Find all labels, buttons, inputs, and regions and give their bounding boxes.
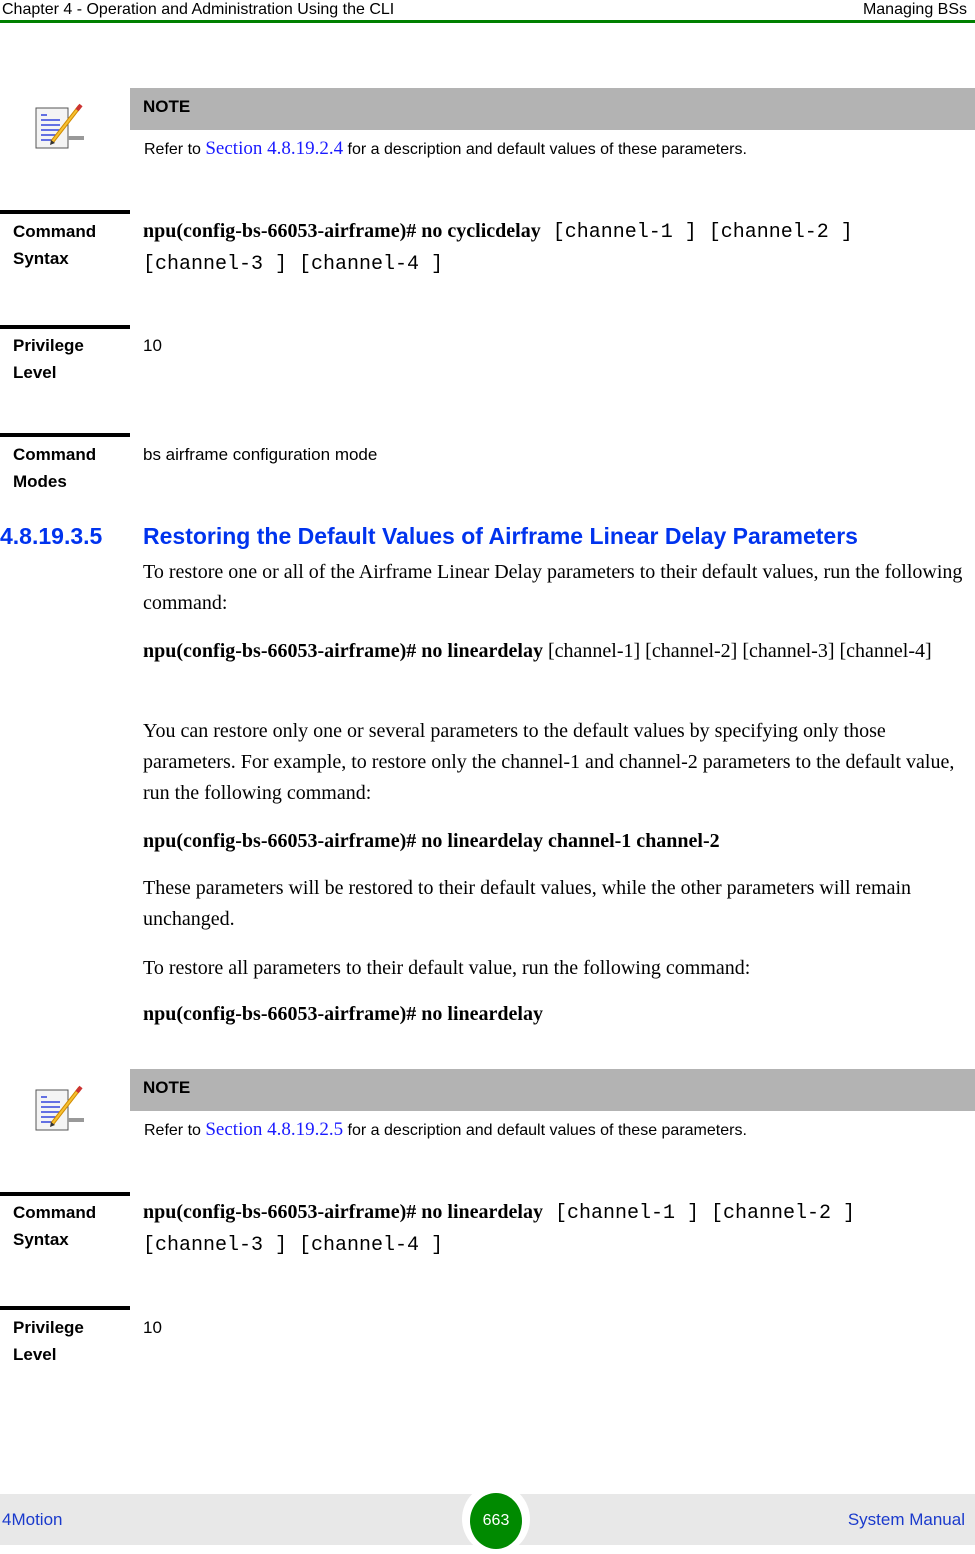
note-text: Refer to Section 4.8.19.2.5 for a descri… (144, 1120, 747, 1141)
footer-product: 4Motion (2, 1510, 63, 1529)
label-line: Command (13, 1203, 97, 1222)
note-text-after: for a description and default values of … (343, 141, 747, 158)
section-heading: 4.8.19.3.5 Restoring the Default Values o… (0, 521, 858, 551)
paragraph-result: These parameters will be restored to the… (143, 877, 912, 930)
label-line: Privilege (13, 1318, 84, 1337)
field-divider (0, 1306, 130, 1310)
privilege-level-value: 10 (143, 336, 162, 355)
label-line: Syntax (13, 1230, 69, 1249)
field-label-privilege-level: Privilege Level (13, 332, 128, 386)
field-label-command-syntax: Command Syntax (13, 1199, 128, 1253)
footer-manual-title: System Manual (847, 1510, 965, 1529)
paragraph-all-intro: To restore all parameters to their defau… (143, 957, 751, 979)
command-syntax-value: npu(config-bs-66053-airframe)# no cyclic… (143, 216, 968, 280)
note-text: Refer to Section 4.8.19.2.4 for a descri… (144, 139, 747, 160)
paragraph-intro: To restore one or all of the Airframe Li… (143, 561, 963, 614)
note-text-before: Refer to (144, 141, 206, 158)
command-example-all-channels: npu(config-bs-66053-airframe)# no linear… (143, 636, 973, 667)
label-line: Command (13, 445, 97, 464)
field-divider (0, 210, 130, 214)
command-example-no-args: npu(config-bs-66053-airframe)# no linear… (143, 999, 973, 1030)
command-text: npu(config-bs-66053-airframe)# no linear… (143, 640, 543, 662)
field-label-privilege-level: Privilege Level (13, 1314, 128, 1368)
field-label-command-syntax: Command Syntax (13, 218, 128, 272)
note-pencil-icon (34, 1082, 86, 1134)
note-pencil-icon (34, 100, 86, 152)
label-line: Command (13, 222, 97, 241)
page-number-badge: 663 (470, 1493, 522, 1549)
header-chapter-title: Chapter 4 - Operation and Administration… (2, 1, 395, 18)
field-label-command-modes: Command Modes (13, 441, 128, 495)
section-number: 4.8.19.3.5 (0, 523, 103, 549)
note-title: NOTE (143, 97, 191, 116)
command-syntax-value: npu(config-bs-66053-airframe)# no linear… (143, 1197, 968, 1261)
note-header-bar (130, 88, 975, 130)
section-link[interactable]: Section 4.8.19.2.4 (205, 138, 343, 159)
label-line: Modes (13, 472, 67, 491)
header-divider (0, 20, 975, 23)
command-text: npu(config-bs-66053-airframe)# no linear… (143, 1201, 543, 1223)
note-title: NOTE (143, 1078, 191, 1097)
label-line: Level (13, 363, 57, 382)
section-link[interactable]: Section 4.8.19.2.5 (205, 1119, 343, 1140)
command-example-two-channels: npu(config-bs-66053-airframe)# no linear… (143, 826, 973, 857)
command-text: npu(config-bs-66053-airframe)# no linear… (143, 1003, 543, 1025)
label-line: Level (13, 1345, 57, 1364)
field-divider (0, 325, 130, 329)
privilege-level-value: 10 (143, 1318, 162, 1337)
label-line: Syntax (13, 249, 69, 268)
command-text: npu(config-bs-66053-airframe)# no linear… (143, 830, 720, 852)
note-text-after: for a description and default values of … (343, 1122, 747, 1139)
command-text: npu(config-bs-66053-airframe)# no cyclic… (143, 220, 541, 242)
label-line: Privilege (13, 336, 84, 355)
header-section-title: Managing BSs (862, 1, 967, 18)
section-title: Restoring the Default Values of Airframe… (143, 523, 858, 549)
field-divider (0, 433, 130, 437)
paragraph-explain: You can restore only one or several para… (143, 720, 955, 804)
note-text-before: Refer to (144, 1122, 206, 1139)
note-header-bar (130, 1069, 975, 1111)
command-modes-value: bs airframe configuration mode (143, 445, 378, 464)
command-args: [channel-1] [channel-2] [channel-3] [cha… (542, 640, 932, 662)
field-divider (0, 1192, 130, 1196)
